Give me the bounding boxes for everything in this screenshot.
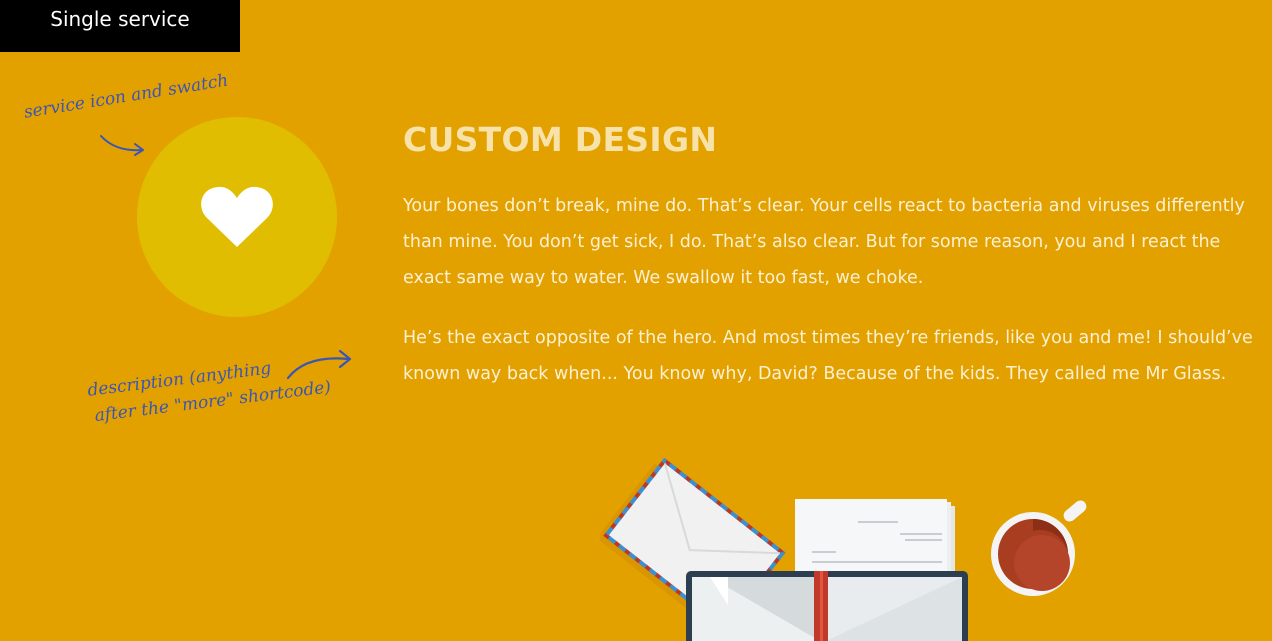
annotation-arrow-icon — [286, 349, 352, 380]
annotation-icon-note-text: service icon and swatch — [22, 70, 230, 123]
service-description-paragraph: He’s the exact opposite of the hero. And… — [403, 328, 1253, 384]
annotation-icon-note: service icon and swatch — [22, 68, 230, 126]
page-label-text: Single service — [50, 7, 190, 31]
service-title: CUSTOM DESIGN — [403, 120, 718, 159]
service-description-paragraph: Your bones don’t break, mine do. That’s … — [403, 196, 1245, 288]
coffee-cup-icon — [991, 500, 1087, 596]
heart-icon — [201, 186, 273, 247]
annotation-arrow-icon — [100, 135, 144, 156]
desk-illustration — [600, 457, 1087, 641]
page-label: Single service — [0, 0, 240, 52]
notebook-icon — [686, 571, 968, 641]
